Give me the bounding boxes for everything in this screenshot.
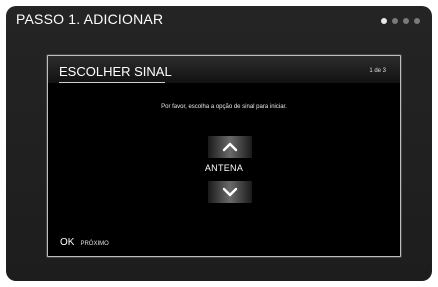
dialog-title: ESCOLHER SINAL	[59, 64, 172, 79]
signal-down-button[interactable]	[208, 181, 252, 203]
signal-up-button[interactable]	[208, 136, 252, 158]
instruction-text: Por favor, escolha a opção de sinal para…	[161, 104, 287, 110]
step-title: PASSO 1. ADICIONAR	[16, 11, 164, 27]
chevron-up-icon	[222, 142, 238, 152]
page-dot-1	[381, 18, 387, 24]
signal-option-value[interactable]: ANTENA	[48, 163, 400, 173]
chevron-down-icon	[222, 187, 238, 197]
title-underline	[59, 82, 165, 83]
page-dot-2	[392, 18, 398, 24]
dialog-header: ESCOLHER SINAL 1 de 3	[48, 56, 400, 83]
step-counter: 1 de 3	[369, 68, 386, 74]
page-indicator	[381, 18, 420, 24]
choose-signal-dialog: ESCOLHER SINAL 1 de 3 Por favor, escolha…	[47, 55, 401, 257]
next-action-label: PRÓXIMO	[80, 241, 109, 247]
page-dot-3	[403, 18, 409, 24]
page-dot-4	[414, 18, 420, 24]
setup-screen: PASSO 1. ADICIONAR ESCOLHER SINAL 1 de 3…	[6, 6, 432, 281]
ok-key-label[interactable]: OK	[60, 237, 74, 248]
footer-hint: OK PRÓXIMO	[60, 237, 109, 248]
